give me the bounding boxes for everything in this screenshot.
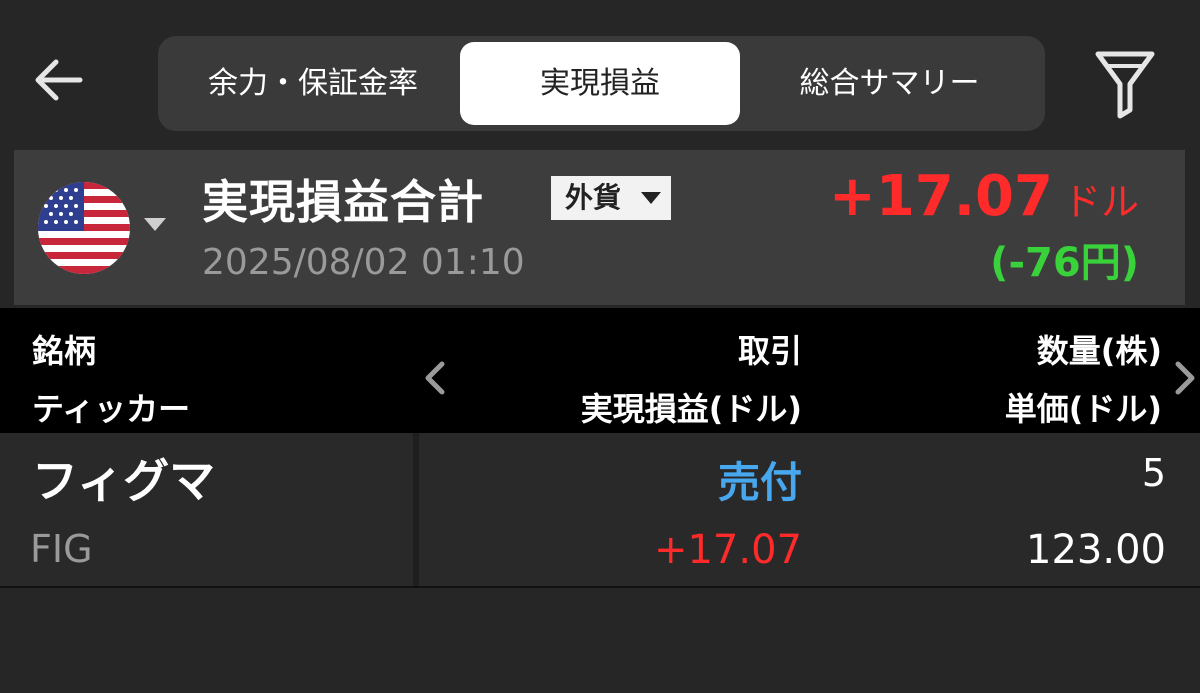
stock-ticker: FIG <box>30 527 93 571</box>
summary-amount: +17.07 ドル <box>829 164 1139 229</box>
currency-dropdown[interactable]: 外貨 <box>551 176 671 220</box>
tab-margin[interactable]: 余力・保証金率 <box>168 42 458 125</box>
filter-button[interactable] <box>1090 44 1160 120</box>
stock-name: フィグマ <box>32 454 216 508</box>
top-bar: 余力・保証金率 実現損益 総合サマリー <box>0 0 1200 146</box>
realized-pl-value: +17.07 <box>653 527 802 573</box>
tab-realized-pl[interactable]: 実現損益 <box>460 42 740 125</box>
summary-timestamp: 2025/08/02 01:10 <box>202 242 525 283</box>
row-detail-cell: 売付 +17.07 5 123.00 <box>419 433 1200 586</box>
col-name: 銘柄 <box>32 332 97 370</box>
summary-yen-value: (-76円) <box>990 240 1139 286</box>
unit-price-value: 123.00 <box>1026 527 1166 573</box>
back-arrow-icon <box>35 59 83 101</box>
quantity-value: 5 <box>1141 451 1166 495</box>
summary-title: 実現損益合計 <box>202 175 484 229</box>
col-realized-pl: 実現損益(ドル) <box>580 390 802 428</box>
scroll-right-button[interactable] <box>1170 360 1200 396</box>
col-ticker: ティッカー <box>32 390 191 428</box>
realized-pl-summary: 実現損益合計 外貨 2025/08/02 01:10 +17.07 ドル (-76… <box>14 150 1185 305</box>
row-name-cell: フィグマ FIG <box>0 433 413 586</box>
summary-amount-value: +17.07 <box>828 164 1053 229</box>
tab-summary[interactable]: 総合サマリー <box>742 42 1037 125</box>
tab-bar: 余力・保証金率 実現損益 総合サマリー <box>158 36 1045 131</box>
caret-down-icon[interactable] <box>144 218 166 231</box>
summary-amount-unit: ドル <box>1062 180 1139 224</box>
col-unit-price: 単価(ドル) <box>1004 390 1162 428</box>
filter-icon <box>1095 51 1155 119</box>
us-flag-icon[interactable] <box>38 182 130 274</box>
chevron-right-icon <box>1175 361 1195 395</box>
chevron-left-icon <box>425 361 445 395</box>
column-header: 銘柄 ティッカー 取引 実現損益(ドル) 数量(株) 単価(ドル) <box>0 308 1200 433</box>
dropdown-arrow-icon <box>641 192 661 204</box>
scroll-left-button[interactable] <box>420 360 450 396</box>
trade-type: 売付 <box>717 458 802 507</box>
table-row[interactable]: フィグマ FIG 売付 +17.07 5 123.00 <box>0 433 1200 586</box>
row-divider <box>0 586 1200 588</box>
back-button[interactable] <box>28 50 88 110</box>
col-trade: 取引 <box>737 332 802 370</box>
currency-label: 外貨 <box>565 181 622 214</box>
col-quantity: 数量(株) <box>1036 332 1162 370</box>
